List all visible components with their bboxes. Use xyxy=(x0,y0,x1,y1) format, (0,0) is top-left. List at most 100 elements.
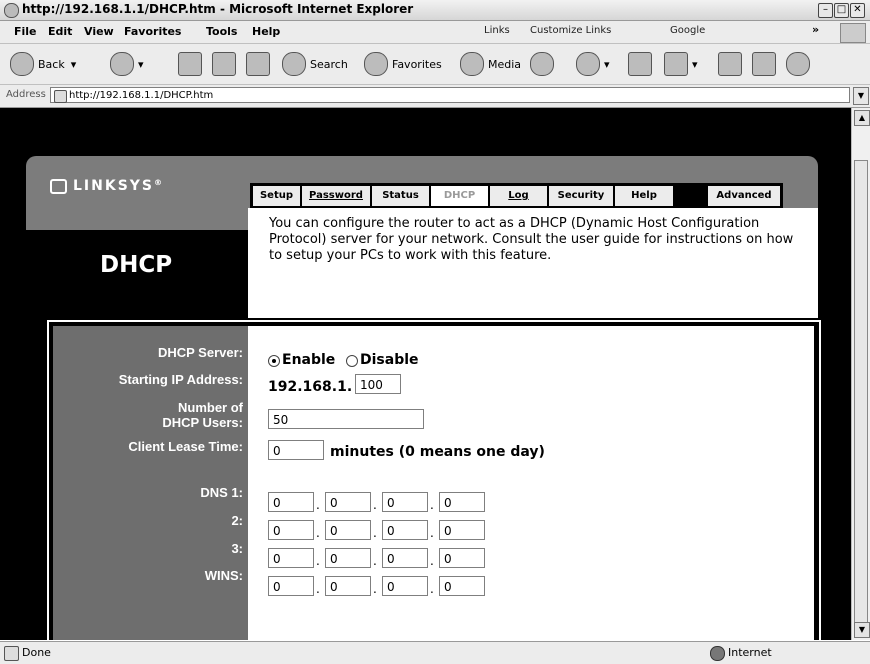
tab-setup[interactable]: Setup xyxy=(253,186,300,206)
favorites-button[interactable]: Favorites xyxy=(364,52,442,76)
num-users-input[interactable]: 50 xyxy=(268,409,424,429)
customize-links[interactable]: Customize Links xyxy=(530,25,611,36)
address-label: Address xyxy=(6,89,46,100)
dns1-octet-1[interactable]: 0 xyxy=(268,492,314,512)
links-label[interactable]: Links xyxy=(484,25,510,36)
lease-time-label: Client Lease Time: xyxy=(128,439,243,454)
dns3-octet-3[interactable]: 0 xyxy=(382,548,428,568)
back-arrow-icon xyxy=(10,52,34,76)
menu-edit[interactable]: Edit xyxy=(48,25,72,38)
dns3-octet-1[interactable]: 0 xyxy=(268,548,314,568)
favorites-label: Favorites xyxy=(392,57,442,71)
wins-octet-2[interactable]: 0 xyxy=(325,576,371,596)
ie-icon xyxy=(4,3,19,18)
description-box: You can configure the router to act as a… xyxy=(248,208,818,318)
disable-label: Disable xyxy=(360,352,419,368)
tab-log[interactable]: Log xyxy=(490,186,547,206)
edit-icon[interactable]: ▾ xyxy=(664,52,698,76)
wins-octet-4[interactable]: 0 xyxy=(439,576,485,596)
history-icon[interactable] xyxy=(530,52,558,76)
zone-text: Internet xyxy=(728,646,772,659)
dns1-octet-3[interactable]: 0 xyxy=(382,492,428,512)
linksys-logo: LINKSYS® xyxy=(50,178,164,194)
description-text: You can configure the router to act as a… xyxy=(269,216,794,263)
tab-security[interactable]: Security xyxy=(549,186,613,206)
mail-icon[interactable]: ▾ xyxy=(576,52,610,76)
discuss-icon[interactable] xyxy=(718,52,746,76)
media-icon xyxy=(460,52,484,76)
more-links[interactable]: » xyxy=(812,23,819,36)
disable-radio[interactable] xyxy=(346,355,358,367)
octet-dot: . xyxy=(316,498,320,512)
wins-octet-3[interactable]: 0 xyxy=(382,576,428,596)
wins-octet-1[interactable]: 0 xyxy=(268,576,314,596)
page-status-icon xyxy=(4,646,19,661)
media-label: Media xyxy=(488,57,522,71)
tab-status[interactable]: Status xyxy=(372,186,429,206)
dns2-octet-2[interactable]: 0 xyxy=(325,520,371,540)
dns3-octet-4[interactable]: 0 xyxy=(439,548,485,568)
minimize-icon[interactable]: – xyxy=(818,3,833,18)
messenger-icon[interactable] xyxy=(786,52,814,76)
octet-dot: . xyxy=(316,554,320,568)
stop-icon[interactable] xyxy=(178,52,206,76)
wins-label: WINS: xyxy=(204,568,243,583)
starting-ip-label: Starting IP Address: xyxy=(118,372,243,387)
octet-dot: . xyxy=(373,498,377,512)
lease-note: minutes (0 means one day) xyxy=(330,444,545,460)
dns3-octet-2[interactable]: 0 xyxy=(325,548,371,568)
tab-dhcp[interactable]: DHCP xyxy=(431,186,488,206)
enable-radio[interactable] xyxy=(268,355,280,367)
dns2-octet-4[interactable]: 0 xyxy=(439,520,485,540)
dns2-octet-3[interactable]: 0 xyxy=(382,520,428,540)
scroll-down-icon[interactable]: ▼ xyxy=(854,622,870,638)
dhcp-server-label: DHCP Server: xyxy=(157,345,243,360)
windows-flag-icon xyxy=(840,23,866,43)
start-ip-input[interactable]: 100 xyxy=(355,374,401,394)
forward-button[interactable]: ▾ xyxy=(110,52,144,76)
status-bar: Done Internet xyxy=(0,641,870,664)
menu-file[interactable]: File xyxy=(14,25,37,38)
scroll-thumb[interactable] xyxy=(854,160,868,630)
search-button[interactable]: Search xyxy=(282,52,348,76)
google-link[interactable]: Google xyxy=(670,25,705,36)
back-button[interactable]: Back ▾ xyxy=(10,52,76,76)
home-icon[interactable] xyxy=(246,52,274,76)
window-title: http://192.168.1.1/DHCP.htm - Microsoft … xyxy=(22,2,414,16)
scroll-up-icon[interactable]: ▲ xyxy=(854,110,870,126)
tab-password[interactable]: Password xyxy=(302,186,370,206)
vertical-scrollbar[interactable]: ▲ ▼ xyxy=(851,108,870,640)
forward-arrow-icon xyxy=(110,52,134,76)
dns2-octet-1[interactable]: 0 xyxy=(268,520,314,540)
close-icon[interactable]: ✕ xyxy=(850,3,865,18)
address-dropdown-icon[interactable]: ▼ xyxy=(853,87,869,105)
search-label: Search xyxy=(310,57,348,71)
dns1-octet-2[interactable]: 0 xyxy=(325,492,371,512)
lease-time-input[interactable]: 0 xyxy=(268,440,324,460)
title-bar: http://192.168.1.1/DHCP.htm - Microsoft … xyxy=(0,0,870,21)
octet-dot: . xyxy=(430,554,434,568)
menu-view[interactable]: View xyxy=(84,25,114,38)
media-button[interactable]: Media xyxy=(460,52,521,76)
page-icon xyxy=(54,90,67,103)
refresh-icon[interactable] xyxy=(212,52,240,76)
enable-label: Enable xyxy=(282,352,336,368)
nav-tabs: Setup Password Status DHCP Log Security … xyxy=(250,183,783,208)
dns1-octet-4[interactable]: 0 xyxy=(439,492,485,512)
octet-dot: . xyxy=(316,526,320,540)
num-users-label: Number of DHCP Users: xyxy=(162,400,243,430)
dns2-label: 2: xyxy=(231,513,243,528)
research-icon[interactable] xyxy=(752,52,780,76)
maximize-icon[interactable]: □ xyxy=(834,3,849,18)
print-icon[interactable] xyxy=(628,52,656,76)
menu-favorites[interactable]: Favorites xyxy=(124,25,181,38)
menu-help[interactable]: Help xyxy=(252,25,280,38)
menu-tools[interactable]: Tools xyxy=(206,25,237,38)
address-url: http://192.168.1.1/DHCP.htm xyxy=(69,90,214,101)
back-dropdown-icon[interactable]: ▾ xyxy=(71,58,77,71)
address-input[interactable]: http://192.168.1.1/DHCP.htm xyxy=(50,87,850,103)
tab-help[interactable]: Help xyxy=(615,186,673,206)
dns3-label: 3: xyxy=(231,541,243,556)
forward-dropdown-icon[interactable]: ▾ xyxy=(138,58,144,71)
tab-advanced[interactable]: Advanced xyxy=(708,186,780,206)
